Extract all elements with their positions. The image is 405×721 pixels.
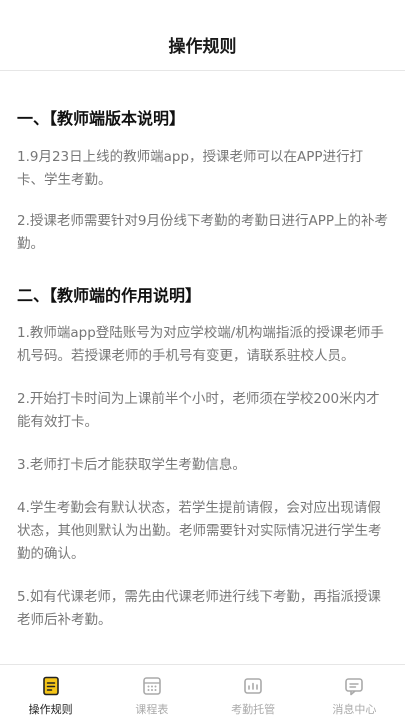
tab-messages[interactable]: 消息中心 <box>304 665 405 721</box>
rules-content[interactable]: 一、【教师端版本说明】 1.9月23日上线的教师端app，授课老师可以在APP进… <box>0 71 405 663</box>
tab-rules[interactable]: 操作规则 <box>0 665 101 721</box>
paragraph: 4.学生考勤会有默认状态，若学生提前请假，会对应出现请假状态，其他则默认为出勤。… <box>17 500 382 562</box>
tab-attendance[interactable]: 考勤托管 <box>203 665 304 721</box>
tab-schedule[interactable]: 课程表 <box>101 665 202 721</box>
calendar-icon <box>143 677 161 695</box>
section-function: 二、【教师端的作用说明】 1.教师端app登陆账号为对应学校端/机构端指派的授课… <box>0 282 405 632</box>
paragraph: 2.授课老师需要针对9月份线下考勤的考勤日进行APP上的补考勤。 <box>17 213 388 252</box>
section-title: 二、【教师端的作用说明】 <box>17 286 202 305</box>
section-title: 一、【教师端版本说明】 <box>17 109 186 128</box>
section-version: 一、【教师端版本说明】 1.9月23日上线的教师端app，授课老师可以在APP进… <box>0 105 405 256</box>
paragraph: 2.开始打卡时间为上课前半个小时，老师须在学校200米内才能有效打卡。 <box>17 391 380 430</box>
paragraph: 1.9月23日上线的教师端app，授课老师可以在APP进行打卡、学生考勤。 <box>17 149 364 188</box>
tab-label: 课程表 <box>135 703 169 716</box>
bottom-tab-bar: 操作规则 课程表 考勤托管 消息中心 <box>0 664 405 721</box>
attendance-icon <box>244 678 262 694</box>
rules-icon <box>42 676 59 696</box>
page-title: 操作规则 <box>168 36 237 57</box>
nav-header: 操作规则 <box>0 0 405 71</box>
paragraph: 3.老师打卡后才能获取学生考勤信息。 <box>17 457 246 473</box>
message-icon <box>345 678 364 696</box>
tab-label: 消息中心 <box>332 703 377 716</box>
paragraph: 5.如有代课老师，需先由代课老师进行线下考勤，再指派授课老师后补考勤。 <box>17 589 381 628</box>
tab-label: 操作规则 <box>28 703 73 716</box>
paragraph: 1.教师端app登陆账号为对应学校端/机构端指派的授课老师手机号码。若授课老师的… <box>17 325 384 364</box>
tab-label: 考勤托管 <box>231 703 276 716</box>
